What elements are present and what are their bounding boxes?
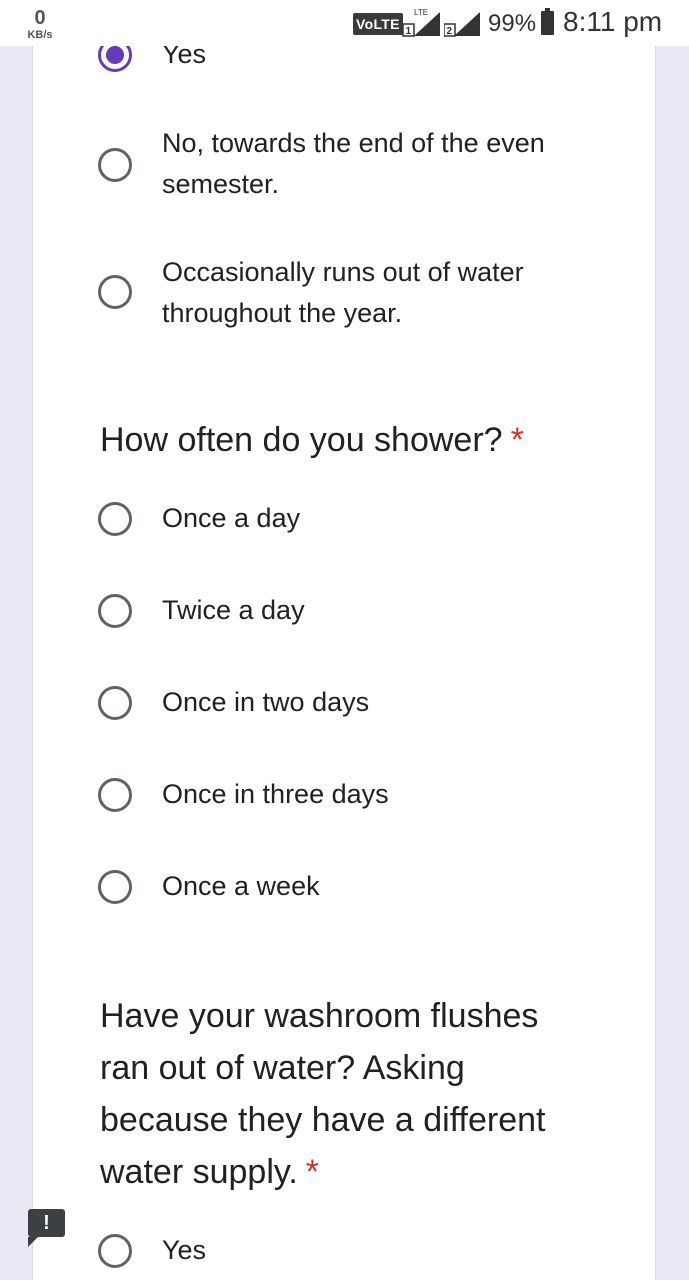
radio-icon[interactable] xyxy=(98,1234,132,1268)
radio-icon[interactable] xyxy=(98,502,132,536)
signal-sim2-icon: 2 xyxy=(444,12,480,37)
sim2-label: 2 xyxy=(447,26,453,37)
battery-percent: 99% xyxy=(488,10,537,37)
option-label: Yes xyxy=(162,1235,207,1265)
option-once-a-week[interactable]: Once a week xyxy=(98,870,592,907)
option-label: Once a day xyxy=(162,503,301,533)
network-speed: 0 KB/s xyxy=(20,8,60,41)
option-once-in-three-days[interactable]: Once in three days xyxy=(98,778,592,815)
option-label: Once a week xyxy=(162,871,320,901)
radio-icon[interactable] xyxy=(98,594,132,628)
volte-badge: VoLTE xyxy=(353,13,403,35)
radio-icon[interactable] xyxy=(98,870,132,904)
lte-label: LTE xyxy=(414,8,428,17)
option-label: Twice a day xyxy=(162,595,305,625)
clock: 8:11 pm xyxy=(563,6,663,37)
option-once-a-day[interactable]: Once a day xyxy=(98,502,592,539)
question-shower-title: How often do you shower? * xyxy=(100,414,580,466)
signal-sim1-icon: LTE 1 xyxy=(402,8,440,37)
option-label: Once in three days xyxy=(162,779,389,809)
option-no-towards-end[interactable]: No, towards the end of the even semester… xyxy=(98,128,592,205)
option-label: Once in two days xyxy=(162,687,370,717)
question-text: Have your washroom flushes ran out of wa… xyxy=(100,997,546,1191)
option-once-in-two-days[interactable]: Once in two days xyxy=(98,686,592,723)
network-speed-value: 0 xyxy=(34,7,46,29)
required-asterisk: * xyxy=(510,421,524,459)
sim1-label: 1 xyxy=(406,26,412,37)
required-asterisk: * xyxy=(305,1153,320,1191)
radio-icon[interactable] xyxy=(98,686,132,720)
network-speed-unit: KB/s xyxy=(27,29,53,41)
radio-icon[interactable] xyxy=(98,778,132,812)
option-yes-flush[interactable]: Yes xyxy=(98,1234,592,1271)
option-twice-a-day[interactable]: Twice a day xyxy=(98,594,592,631)
battery-icon xyxy=(541,8,554,35)
option-occasionally[interactable]: Occasionally runs out of water throughou… xyxy=(98,257,592,334)
radio-icon[interactable] xyxy=(98,148,132,182)
question-text: How often do you shower? xyxy=(100,421,503,459)
option-label: Occasionally runs out of water throughou… xyxy=(162,257,524,328)
option-label: No, towards the end of the even semester… xyxy=(162,128,545,199)
radio-icon[interactable] xyxy=(98,275,132,309)
status-bar: 0 KB/s VoLTE LTE 1 2 99% 8:11 pm xyxy=(0,0,689,46)
question-flush-title: Have your washroom flushes ran out of wa… xyxy=(100,990,580,1198)
feedback-button[interactable]: ! xyxy=(28,1209,65,1247)
